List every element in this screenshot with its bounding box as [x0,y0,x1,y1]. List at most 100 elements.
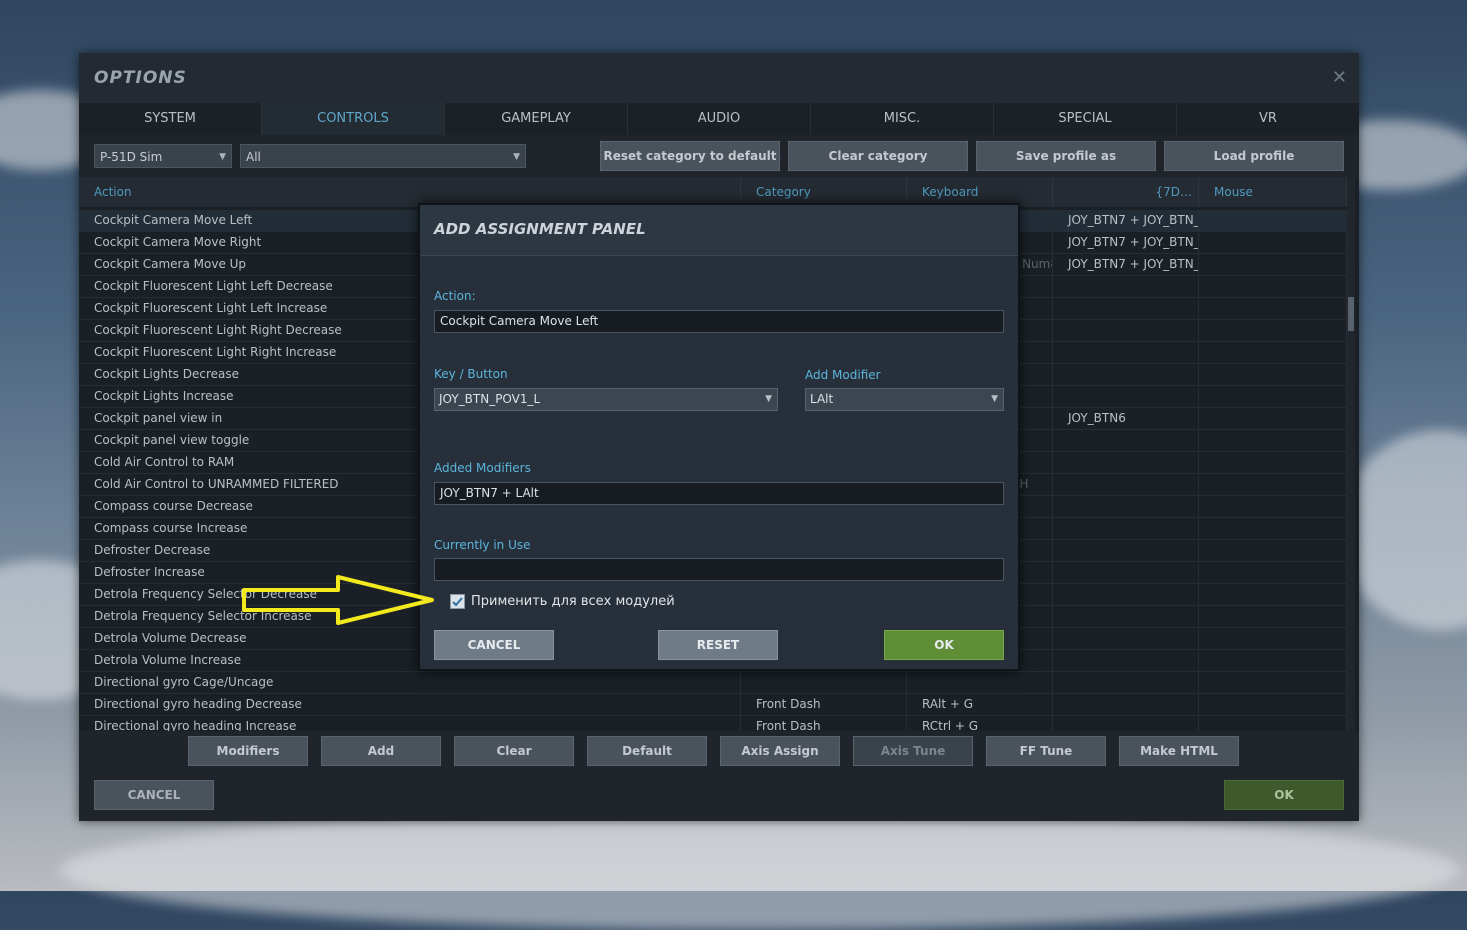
cell-device [1053,584,1199,605]
options-ok-button[interactable]: OK [1224,780,1344,810]
cell-mouse [1199,716,1347,731]
added-modifiers-label: Added Modifiers [434,461,531,475]
bottom-bar: Modifiers Add Clear Default Axis Assign … [79,731,1359,821]
column-header-device[interactable]: {7D… [1053,177,1199,207]
cell-device [1053,430,1199,451]
tab-special[interactable]: SPECIAL [994,103,1177,135]
load-profile-button[interactable]: Load profile [1164,141,1344,171]
save-profile-button[interactable]: Save profile as [976,141,1156,171]
apply-all-modules-label[interactable]: Применить для всех модулей [471,594,675,609]
tab-vr[interactable]: VR [1177,103,1359,135]
cell-device [1053,716,1199,731]
key-button-label: Key / Button [434,367,508,381]
ff-tune-button[interactable]: FF Tune [986,736,1106,766]
category-select[interactable]: All ▼ [240,144,526,168]
dialog-reset-button[interactable]: RESET [658,630,778,660]
background-cloud [1340,430,1467,630]
cell-device [1053,540,1199,561]
options-cancel-button[interactable]: CANCEL [94,780,214,810]
added-modifiers-field[interactable]: JOY_BTN7 + LAlt [434,482,1004,505]
currently-in-use-field[interactable] [434,558,1004,581]
title-bar: OPTIONS ✕ [79,53,1359,103]
default-button[interactable]: Default [587,736,707,766]
cell-action: Directional gyro heading Increase [79,716,741,731]
cell-keyboard: RCtrl + G [907,716,1053,731]
cell-mouse [1199,342,1347,363]
action-field[interactable]: Cockpit Camera Move Left [434,310,1004,333]
reset-category-button[interactable]: Reset category to default [600,141,780,171]
tab-system[interactable]: SYSTEM [79,103,262,135]
cell-mouse [1199,496,1347,517]
clear-button[interactable]: Clear [454,736,574,766]
cell-mouse [1199,672,1347,693]
scrollbar-thumb[interactable] [1348,297,1354,331]
currently-in-use-label: Currently in Use [434,538,531,552]
chevron-down-icon: ▼ [513,152,520,162]
add-assignment-dialog: ADD ASSIGNMENT PANEL Action: Cockpit Cam… [418,203,1020,671]
cell-mouse [1199,452,1347,473]
cell-device [1053,298,1199,319]
cell-category: Front Dash [741,716,907,731]
cell-device [1053,650,1199,671]
cell-mouse [1199,540,1347,561]
cell-keyboard [907,672,1053,693]
cell-device [1053,606,1199,627]
cell-mouse [1199,562,1347,583]
dialog-ok-button[interactable]: OK [884,630,1004,660]
cell-mouse [1199,232,1347,253]
cell-mouse [1199,276,1347,297]
add-modifier-label: Add Modifier [805,368,881,382]
table-row[interactable]: Directional gyro heading Decrease Front D… [79,694,1347,716]
table-row[interactable]: Directional gyro heading Increase Front D… [79,716,1347,731]
cell-mouse [1199,606,1347,627]
add-button[interactable]: Add [321,736,441,766]
column-header-mouse[interactable]: Mouse [1199,177,1347,207]
category-select-value: All [246,150,261,164]
cell-keyboard: RAlt + G [907,694,1053,715]
aircraft-select-value: P-51D Sim [100,150,163,164]
cell-device: JOY_BTN7 + JOY_BTN_ [1053,232,1199,253]
chevron-down-icon: ▼ [765,394,772,404]
add-modifier-value: LAlt [810,392,834,406]
chevron-down-icon: ▼ [219,152,226,162]
close-icon[interactable]: ✕ [1332,67,1347,88]
cell-mouse [1199,584,1347,605]
checkmark-icon [452,597,463,607]
tab-controls[interactable]: CONTROLS [262,103,445,135]
apply-all-modules-checkbox[interactable] [450,594,465,609]
make-html-button[interactable]: Make HTML [1119,736,1239,766]
cell-device [1053,386,1199,407]
add-modifier-select[interactable]: LAlt ▼ [805,388,1004,411]
cell-mouse [1199,408,1347,429]
cell-mouse [1199,254,1347,275]
tab-gameplay[interactable]: GAMEPLAY [445,103,628,135]
key-button-value: JOY_BTN_POV1_L [439,392,541,406]
cell-mouse [1199,210,1347,231]
axis-tune-button[interactable]: Axis Tune [853,736,973,766]
table-scrollbar[interactable] [1347,177,1355,731]
cell-device [1053,518,1199,539]
annotation-arrow-icon [242,575,434,625]
table-row[interactable]: Directional gyro Cage/Uncage [79,672,1347,694]
cell-mouse [1199,364,1347,385]
tab-bar: SYSTEM CONTROLS GAMEPLAY AUDIO MISC. SPE… [79,103,1359,135]
cell-device: JOY_BTN6 [1053,408,1199,429]
cell-category: Front Dash [741,694,907,715]
modifiers-button[interactable]: Modifiers [188,736,308,766]
cell-device: JOY_BTN7 + JOY_BTN_ [1053,254,1199,275]
cell-mouse [1199,628,1347,649]
tab-audio[interactable]: AUDIO [628,103,811,135]
window-title: OPTIONS [94,68,187,88]
cell-mouse [1199,474,1347,495]
axis-assign-button[interactable]: Axis Assign [720,736,840,766]
key-button-select[interactable]: JOY_BTN_POV1_L ▼ [434,388,778,411]
background-cloud [60,810,1460,930]
dialog-title: ADD ASSIGNMENT PANEL [434,220,646,238]
aircraft-select[interactable]: P-51D Sim ▼ [94,144,232,168]
tab-misc[interactable]: MISC. [811,103,994,135]
cell-mouse [1199,320,1347,341]
clear-category-button[interactable]: Clear category [788,141,968,171]
cell-action: Directional gyro Cage/Uncage [79,672,741,693]
dialog-cancel-button[interactable]: CANCEL [434,630,554,660]
cell-mouse [1199,518,1347,539]
